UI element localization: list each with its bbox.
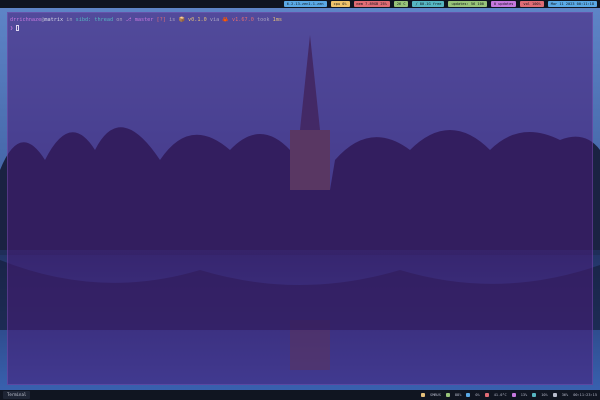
updates-module: updates: 56 100 (448, 1, 487, 7)
cpu-module: cpu 0% (330, 1, 350, 7)
tray-mem: 13% (520, 393, 528, 397)
tray-volume[interactable]: 36% (562, 393, 569, 397)
volume-icon[interactable] (552, 393, 557, 397)
temperature-icon (484, 393, 489, 397)
battery-icon (445, 393, 450, 397)
cpu-icon (466, 393, 471, 397)
prompt-git-branch: ⎇ master (125, 17, 154, 23)
memory-icon (511, 393, 516, 397)
shell-input-line[interactable]: ❯ (10, 25, 20, 33)
tray-brightness: SMBUS (430, 393, 441, 397)
prompt-user: drrichnaze (10, 17, 42, 23)
prompt-duration: 1ms (272, 17, 282, 23)
volume-module: vol 100% (520, 1, 544, 7)
system-tray: SMBUS 88% 0% 41.0°C 13% 10% 36% 00:11:23… (421, 393, 597, 397)
tray-clock[interactable]: 00:11:23:15 (573, 393, 597, 397)
bottom-taskbar: Terminal SMBUS 88% 0% 41.0°C 13% 10% 36%… (0, 390, 600, 400)
prompt-via: via (206, 17, 223, 23)
tray-net: 10% (541, 393, 548, 397)
top-status-bar: 6.2.13-zen1-1-zen cpu 0% mem 7.89GB 25% … (0, 0, 600, 8)
prompt-directory: sibd: thread (75, 17, 114, 23)
tray-battery: 88% (454, 393, 462, 397)
prompt-git-status: [?] (153, 17, 170, 23)
kernel-module: 6.2.13-zen1-1-zen (283, 1, 327, 7)
prompt-package-version: 📦 v0.1.0 (178, 17, 207, 23)
network-icon (532, 393, 537, 397)
memory-module: mem 7.89GB 25% (353, 1, 390, 7)
tray-temp: 41.0°C (493, 393, 507, 397)
prompt-in: in (63, 17, 76, 23)
taskbar-item-terminal[interactable]: Terminal (3, 391, 31, 399)
terminal-window[interactable]: drrichnaze@matrix in sibd: thread on ⎇ m… (7, 12, 593, 385)
tray-cpu: 0% (475, 393, 480, 397)
clock-module: Mar 11 2023 00:11:18 (547, 1, 597, 7)
temperature-module: 26 C (393, 1, 409, 7)
disk-module: / 80.1G free (412, 1, 445, 7)
terminal-cursor (16, 25, 20, 31)
prompt-host: matrix (44, 17, 64, 23)
prompt-took: took (253, 17, 273, 23)
brightness-icon (421, 393, 426, 397)
shell-prompt-line: drrichnaze@matrix in sibd: thread on ⎇ m… (10, 17, 282, 24)
prompt-on: on (113, 17, 126, 23)
pending-updates-module: 0 updates (490, 1, 517, 7)
prompt-rust-version: 🦀 v1.67.0 (222, 17, 254, 23)
